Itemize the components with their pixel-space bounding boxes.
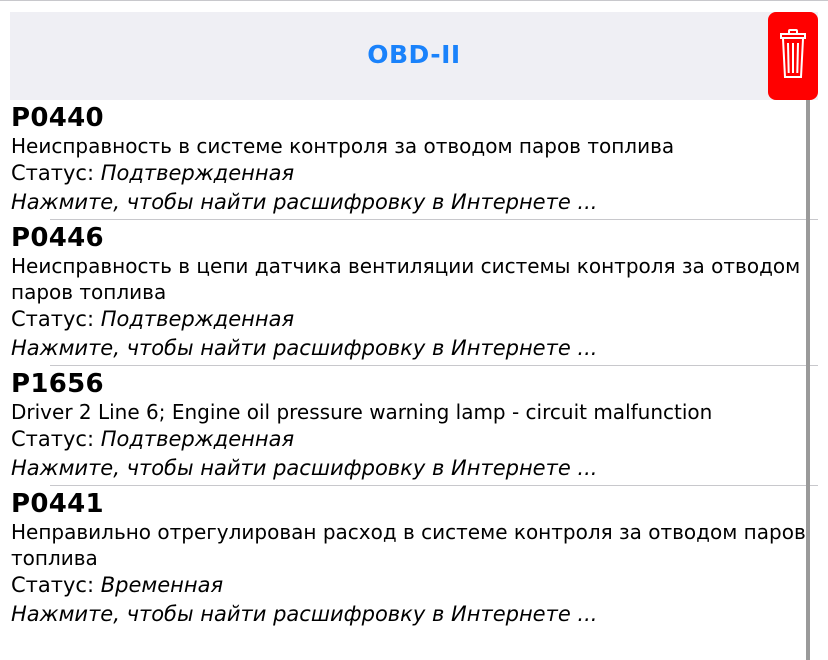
- search-hint-link[interactable]: Нажмите, чтобы найти расшифровку в Интер…: [11, 188, 818, 220]
- status-value: Временная: [100, 573, 224, 597]
- error-description: Неисправность в цепи датчика вентиляции …: [11, 254, 801, 304]
- delete-button[interactable]: [768, 12, 818, 100]
- status-label: Статус:: [11, 427, 95, 451]
- list-item[interactable]: P0441 Неправильно отрегулирован расход в…: [0, 486, 818, 632]
- list-item[interactable]: P0446 Неисправность в цепи датчика венти…: [0, 220, 818, 366]
- trash-icon: [780, 29, 806, 78]
- list-item[interactable]: P1656 Driver 2 Line 6; Engine oil pressu…: [0, 366, 818, 486]
- status-label: Статус:: [11, 161, 95, 185]
- status-label: Статус:: [11, 573, 95, 597]
- error-description: Неправильно отрегулирован расход в систе…: [11, 520, 806, 570]
- scrollbar[interactable]: [806, 100, 810, 660]
- top-divider: [0, 0, 828, 1]
- status-line: Статус: Подтвержденная: [11, 305, 818, 334]
- page-title: OBD-II: [367, 40, 461, 69]
- list-item[interactable]: P0440 Неисправность в системе контроля з…: [0, 100, 818, 220]
- search-hint-link[interactable]: Нажмите, чтобы найти расшифровку в Интер…: [11, 334, 818, 366]
- error-code: P0440: [11, 103, 104, 133]
- status-value: Подтвержденная: [100, 161, 295, 185]
- error-code: P0441: [11, 489, 104, 519]
- error-code: P0446: [11, 223, 104, 253]
- error-code-list: P0440 Неисправность в системе контроля з…: [0, 100, 818, 632]
- status-line: Статус: Временная: [11, 571, 818, 600]
- search-hint-link[interactable]: Нажмите, чтобы найти расшифровку в Интер…: [11, 600, 818, 632]
- status-label: Статус:: [11, 307, 95, 331]
- status-line: Статус: Подтвержденная: [11, 425, 818, 454]
- status-value: Подтвержденная: [100, 307, 295, 331]
- search-hint-link[interactable]: Нажмите, чтобы найти расшифровку в Интер…: [11, 454, 818, 486]
- error-description: Driver 2 Line 6; Engine oil pressure war…: [11, 400, 713, 424]
- status-value: Подтвержденная: [100, 427, 295, 451]
- header-bar: OBD-II: [10, 12, 818, 100]
- status-line: Статус: Подтвержденная: [11, 159, 818, 188]
- error-code: P1656: [11, 369, 104, 399]
- error-description: Неисправность в системе контроля за отво…: [11, 134, 675, 158]
